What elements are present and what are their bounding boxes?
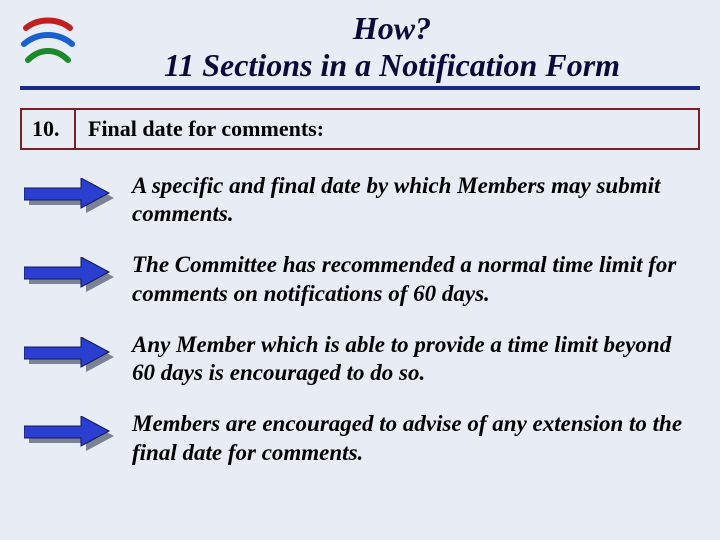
list-item: A specific and final date by which Membe… [24,172,688,230]
section-number: 10. [22,110,76,148]
list-item: Members are encouraged to advise of any … [24,410,688,468]
bullet-text: Any Member which is able to provide a ti… [132,331,688,389]
title-line-2: 11 Sections in a Notification Form [84,47,700,84]
list-item: Any Member which is able to provide a ti… [24,331,688,389]
bullet-text: Members are encouraged to advise of any … [132,410,688,468]
arrow-right-icon [24,416,114,456]
slide-header: How? 11 Sections in a Notification Form [20,10,700,90]
title-block: How? 11 Sections in a Notification Form [84,10,700,84]
arrow-right-icon [24,337,114,377]
bullet-text: A specific and final date by which Membe… [132,172,688,230]
section-box: 10. Final date for comments: [20,108,700,150]
arrow-right-icon [24,178,114,218]
list-item: The Committee has recommended a normal t… [24,251,688,309]
title-line-1: How? [84,10,700,47]
bullet-text: The Committee has recommended a normal t… [132,251,688,309]
section-label: Final date for comments: [76,110,698,148]
bullet-list: A specific and final date by which Membe… [20,172,700,468]
arrow-right-icon [24,257,114,297]
wto-logo-icon [20,14,76,70]
slide: How? 11 Sections in a Notification Form … [0,0,720,540]
